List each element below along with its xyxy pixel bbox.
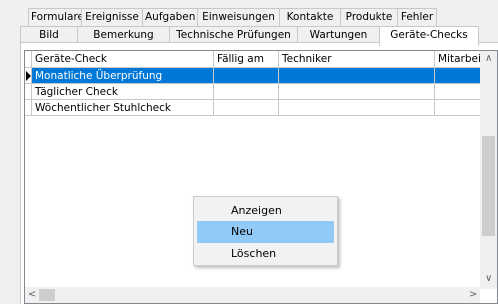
scroll-up-icon[interactable]: ∧: [485, 53, 492, 65]
column-header-techniker[interactable]: Techniker: [278, 51, 435, 68]
grid-table: Geräte-Check Fällig am Techniker Mitarbe…: [25, 51, 497, 116]
table-cell[interactable]: [213, 99, 279, 116]
table-cell[interactable]: Monatliche Überprüfung: [31, 67, 214, 84]
horizontal-scrollbar[interactable]: < >: [25, 287, 480, 303]
table-cell[interactable]: [278, 99, 435, 116]
menu-item-loeschen[interactable]: Löschen: [197, 243, 334, 265]
table-row[interactable]: Monatliche Überprüfung: [25, 67, 497, 84]
table-cell[interactable]: [213, 67, 279, 84]
table-cell[interactable]: [278, 67, 435, 84]
context-menu: Anzeigen Neu Löschen: [193, 196, 338, 266]
tab-geraete-checks[interactable]: Geräte-Checks: [379, 26, 479, 46]
scroll-down-icon[interactable]: ∨: [485, 273, 492, 285]
vertical-scrollbar[interactable]: ∧ ∨: [480, 51, 497, 289]
tab-fehler[interactable]: Fehler: [397, 8, 437, 26]
table-cell[interactable]: Täglicher Check: [31, 83, 214, 100]
menu-item-anzeigen[interactable]: Anzeigen: [197, 200, 334, 222]
column-header-faellig-am[interactable]: Fällig am: [213, 51, 279, 68]
tab-kontakte[interactable]: Kontakte: [279, 8, 341, 26]
scroll-right-icon[interactable]: >: [469, 289, 477, 301]
scroll-left-icon[interactable]: <: [28, 289, 36, 301]
tab-strip: Formulare Ereignisse Aufgaben Einweisung…: [20, 6, 498, 46]
table-row[interactable]: Wöchentlicher Stuhlcheck: [25, 99, 497, 116]
column-header-geraete-check[interactable]: Geräte-Check: [31, 51, 214, 68]
row-pointer-icon: [26, 70, 31, 81]
table-cell[interactable]: Wöchentlicher Stuhlcheck: [31, 99, 214, 116]
menu-item-neu[interactable]: Neu: [197, 221, 334, 243]
vertical-scroll-thumb[interactable]: [482, 136, 495, 236]
tab-formulare[interactable]: Formulare: [28, 8, 82, 26]
table-row[interactable]: Täglicher Check: [25, 83, 497, 100]
horizontal-scroll-thumb[interactable]: [39, 289, 55, 301]
tab-row-1: Formulare Ereignisse Aufgaben Einweisung…: [28, 8, 437, 26]
tab-aufgaben[interactable]: Aufgaben: [142, 8, 198, 26]
table-cell[interactable]: [278, 83, 435, 100]
tab-produkte[interactable]: Produkte: [340, 8, 398, 26]
grid-header-row: Geräte-Check Fällig am Techniker Mitarbe…: [25, 51, 497, 68]
table-cell[interactable]: [213, 83, 279, 100]
tab-einweisungen[interactable]: Einweisungen: [197, 8, 280, 26]
tab-ereignisse[interactable]: Ereignisse: [81, 8, 143, 26]
